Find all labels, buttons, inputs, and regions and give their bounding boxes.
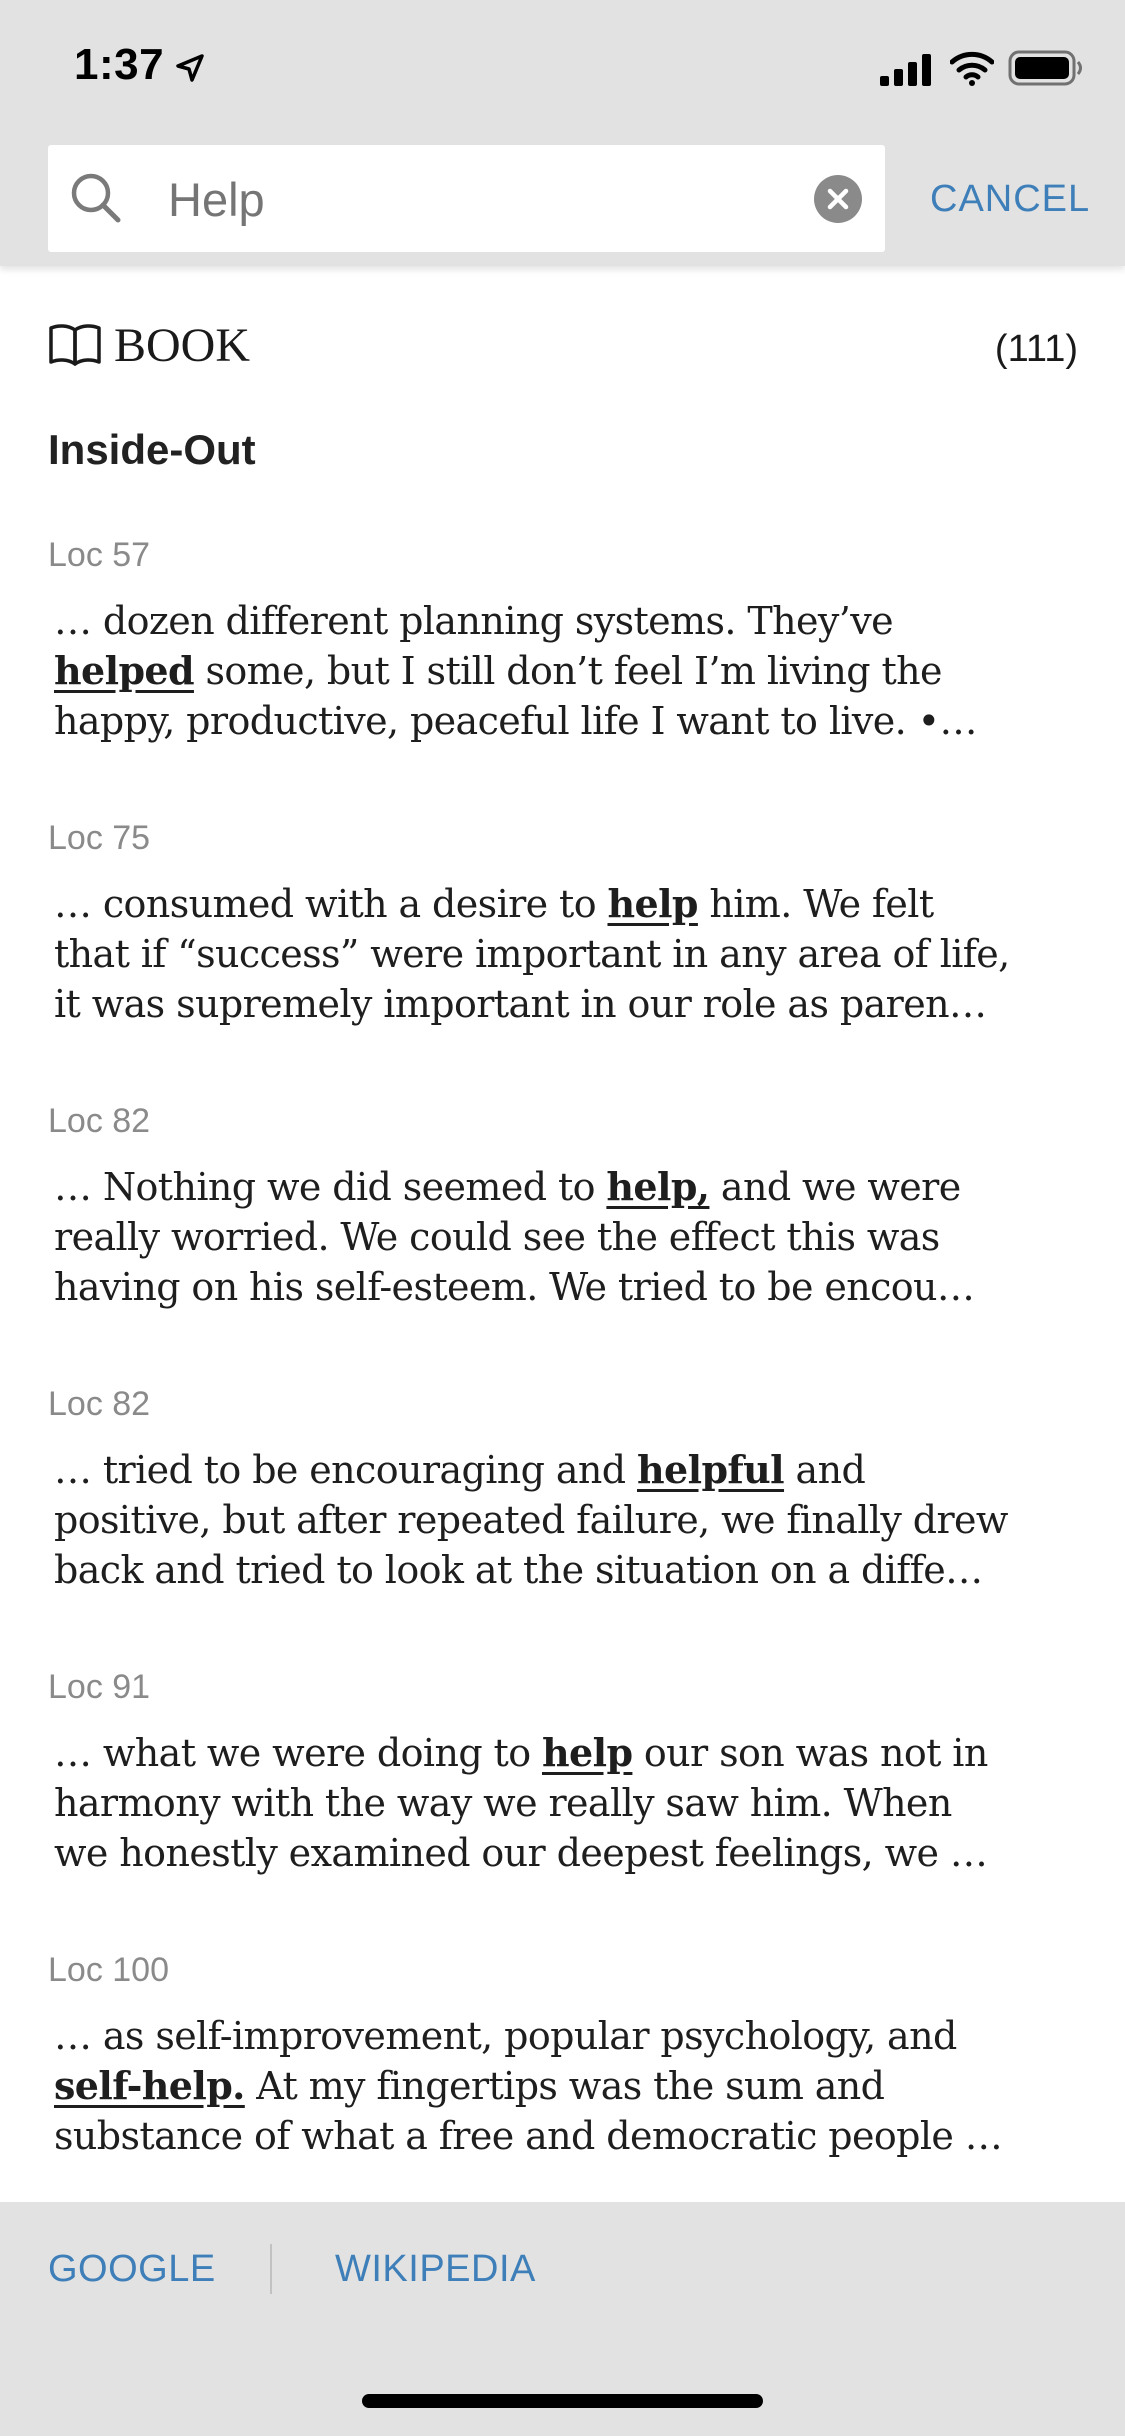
result-location: Loc 82 [48, 1385, 151, 1423]
excerpt-text: … dozen different planning systems. They… [54, 599, 894, 643]
excerpt-line: … dozen different planning systems. They… [54, 596, 1088, 646]
section-label: BOOK [114, 319, 251, 372]
excerpt-text: and we were [709, 1165, 961, 1209]
excerpt-text: him. We felt [697, 882, 934, 926]
excerpt-line: … as self-improvement, popular psycholog… [54, 2011, 1088, 2061]
excerpt-line: … consumed with a desire to help him. We… [54, 879, 1088, 929]
excerpt-line: it was supremely important in our role a… [54, 979, 1088, 1029]
home-indicator [362, 2394, 763, 2408]
result-count: (111) [994, 328, 1078, 370]
result-location: Loc 91 [48, 1668, 151, 1706]
result-item[interactable]: Loc 75 … consumed with a desire to help … [48, 819, 1088, 1029]
excerpt-line: … tried to be encouraging and helpful an… [54, 1445, 1088, 1495]
footer-divider [270, 2244, 272, 2294]
excerpt-line: … what we were doing to help our son was… [54, 1728, 1088, 1778]
excerpt-text: happy, productive, peaceful life I want … [54, 699, 977, 743]
excerpt-text: it was supremely important in our role a… [54, 982, 987, 1026]
excerpt-line: harmony with the way we really saw him. … [54, 1778, 1088, 1828]
excerpt-line: self-help. At my fingertips was the sum … [54, 2061, 1088, 2111]
excerpt-line: back and tried to look at the situation … [54, 1545, 1088, 1595]
excerpt-text: harmony with the way we really saw him. … [54, 1781, 952, 1825]
excerpt-text: back and tried to look at the situation … [54, 1548, 983, 1592]
result-location: Loc 57 [48, 536, 151, 574]
excerpt-text: At my fingertips was the sum and [244, 2064, 885, 2108]
result-item[interactable]: Loc 91 … what we were doing to help our … [48, 1668, 1088, 1878]
excerpt-line: substance of what a free and democratic … [54, 2111, 1088, 2161]
excerpt-text: that if “success” were important in any … [54, 932, 1010, 976]
excerpt-text: we honestly examined our deepest feeling… [54, 1831, 988, 1875]
excerpt-text: substance of what a free and democratic … [54, 2114, 1003, 2158]
signal-icon [880, 54, 931, 86]
result-excerpt: … consumed with a desire to help him. We… [48, 879, 1088, 1029]
search-input[interactable] [168, 165, 828, 233]
excerpt-text: … consumed with a desire to [54, 882, 608, 926]
status-time: 1:37 [74, 40, 165, 89]
excerpt-text: … Nothing we did seemed to [54, 1165, 607, 1209]
result-excerpt: … dozen different planning systems. They… [48, 596, 1088, 746]
search-field[interactable] [48, 145, 885, 252]
excerpt-line: we honestly examined our deepest feeling… [54, 1828, 1088, 1878]
excerpt-line: having on his self-esteem. We tried to b… [54, 1262, 1088, 1312]
result-location: Loc 75 [48, 819, 151, 857]
result-location: Loc 82 [48, 1102, 151, 1140]
excerpt-text: positive, but after repeated failure, we… [54, 1498, 1008, 1542]
search-match: helped [54, 648, 195, 693]
search-match: help, [606, 1164, 710, 1209]
section-header: BOOK (111) [48, 318, 1078, 378]
cancel-button[interactable]: CANCEL [930, 178, 1090, 221]
search-header: 1:37 Help CANCEL [0, 0, 1125, 266]
result-item[interactable]: Loc 82 … tried to be encouraging and hel… [48, 1385, 1088, 1595]
search-match: help [542, 1730, 633, 1775]
excerpt-text: our son was not in [632, 1731, 988, 1775]
chapter-title: Inside-Out [48, 426, 256, 473]
clear-icon[interactable] [814, 175, 862, 223]
excerpt-line: really worried. We could see the effect … [54, 1212, 1088, 1262]
result-item[interactable]: Loc 82 … Nothing we did seemed to help, … [48, 1102, 1088, 1312]
search-match: helpful [637, 1447, 785, 1492]
result-excerpt: … Nothing we did seemed to help, and we … [48, 1162, 1088, 1312]
wifi-icon [950, 51, 994, 86]
excerpt-line: … Nothing we did seemed to help, and we … [54, 1162, 1088, 1212]
result-location: Loc 100 [48, 1951, 169, 1989]
result-excerpt: … tried to be encouraging and helpful an… [48, 1445, 1088, 1595]
excerpt-line: that if “success” were important in any … [54, 929, 1088, 979]
status-bar: 1:37 [0, 0, 1125, 140]
battery-icon [1008, 50, 1082, 86]
google-link[interactable]: GOOGLE [48, 2248, 216, 2291]
search-match: self-help. [54, 2063, 245, 2108]
excerpt-line: helped some, but I still don’t feel I’m … [54, 646, 1088, 696]
search-icon [71, 173, 121, 223]
result-excerpt: … as self-improvement, popular psycholog… [48, 2011, 1088, 2161]
excerpt-text: some, but I still don’t feel I’m living … [193, 649, 942, 693]
excerpt-text: really worried. We could see the effect … [54, 1215, 940, 1259]
wikipedia-link[interactable]: WIKIPEDIA [335, 2248, 536, 2291]
book-icon [49, 324, 101, 366]
result-item[interactable]: Loc 57 … dozen different planning system… [48, 536, 1088, 746]
result-item[interactable]: Loc 100 … as self-improvement, popular p… [48, 1951, 1088, 2161]
result-excerpt: … what we were doing to help our son was… [48, 1728, 1088, 1878]
excerpt-text: … tried to be encouraging and [54, 1448, 637, 1492]
location-arrow-icon [176, 54, 204, 82]
excerpt-text: and [784, 1448, 866, 1492]
excerpt-text: … as self-improvement, popular psycholog… [54, 2014, 957, 2058]
excerpt-line: happy, productive, peaceful life I want … [54, 696, 1088, 746]
excerpt-line: positive, but after repeated failure, we… [54, 1495, 1088, 1545]
excerpt-text: … what we were doing to [54, 1731, 542, 1775]
excerpt-text: having on his self-esteem. We tried to b… [54, 1265, 975, 1309]
search-match: help [607, 881, 698, 926]
